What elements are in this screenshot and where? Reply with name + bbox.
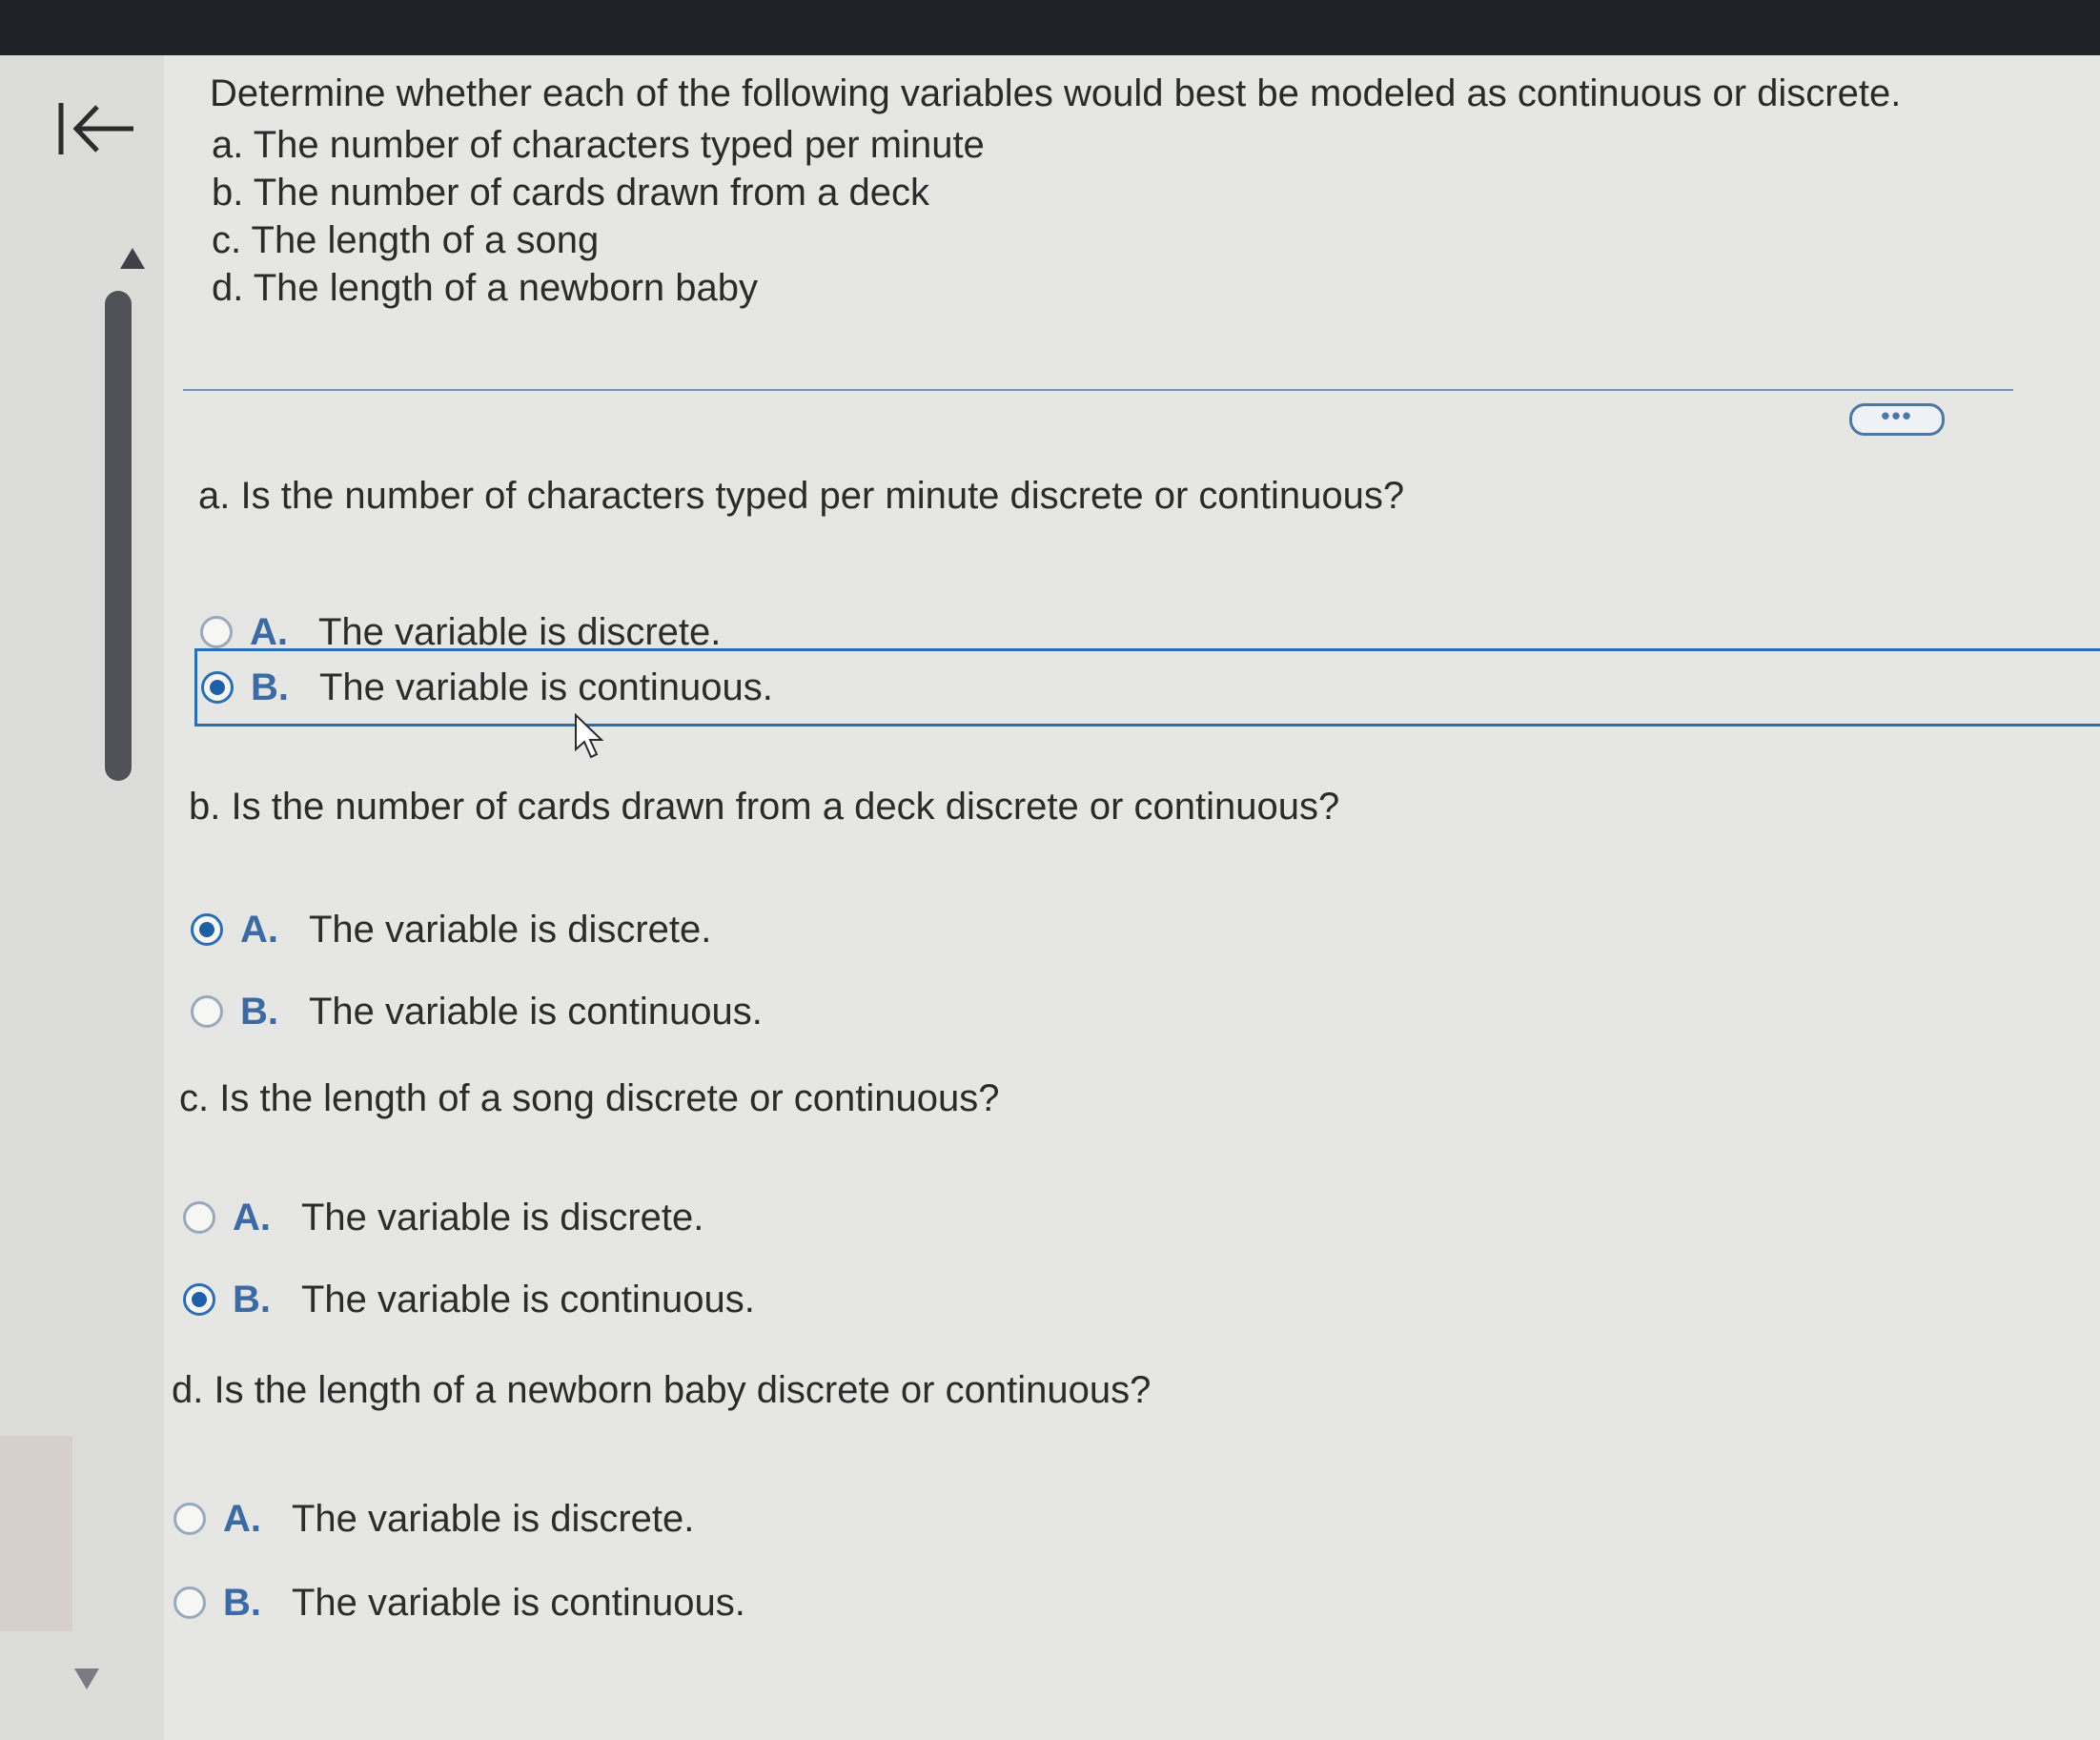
question-a-option-b[interactable]: B. The variable is continuous. <box>194 648 2100 727</box>
question-intro: Determine whether each of the following … <box>210 72 2021 312</box>
option-letter: A. <box>250 610 288 653</box>
intro-item-b: b. The number of cards drawn from a deck <box>212 172 929 214</box>
radio-d-b[interactable] <box>173 1586 206 1619</box>
intro-item-a: a. The number of characters typed per mi… <box>212 124 985 166</box>
radio-a-b[interactable] <box>201 671 234 704</box>
radio-b-a[interactable] <box>191 913 223 946</box>
top-bar <box>0 0 2100 55</box>
scroll-down-icon[interactable] <box>72 1667 101 1691</box>
radio-c-b[interactable] <box>183 1283 215 1316</box>
radio-c-a[interactable] <box>183 1201 215 1234</box>
left-rail <box>0 55 166 1740</box>
intro-item-c: c. The length of a song <box>212 219 600 261</box>
question-b: b. Is the number of cards drawn from a d… <box>189 786 1905 829</box>
option-text: The variable is discrete. <box>292 1497 695 1540</box>
question-d-option-b[interactable]: B. The variable is continuous. <box>173 1569 745 1636</box>
question-d-text: d. Is the length of a newborn baby discr… <box>172 1369 1152 1411</box>
mouse-cursor-icon <box>575 713 604 759</box>
option-letter: B. <box>251 665 289 708</box>
question-d-option-a[interactable]: A. The variable is discrete. <box>173 1485 694 1552</box>
divider <box>183 389 2013 391</box>
option-text: The variable is discrete. <box>309 908 712 951</box>
intro-list: a. The number of characters typed per mi… <box>210 121 2021 312</box>
question-b-option-a[interactable]: A. The variable is discrete. <box>191 896 711 963</box>
option-letter: A. <box>233 1196 271 1238</box>
option-text: The variable is continuous. <box>301 1278 755 1320</box>
option-text: The variable is continuous. <box>292 1581 745 1624</box>
scrollbar-thumb[interactable] <box>105 291 132 781</box>
question-b-text: b. Is the number of cards drawn from a d… <box>189 786 1340 828</box>
option-text: The variable is discrete. <box>318 610 722 653</box>
option-text: The variable is discrete. <box>301 1196 704 1238</box>
question-d: d. Is the length of a newborn baby discr… <box>172 1369 1887 1412</box>
content-area: Determine whether each of the following … <box>164 55 2100 1740</box>
question-c-option-b[interactable]: B. The variable is continuous. <box>183 1266 755 1333</box>
option-letter: A. <box>223 1497 261 1540</box>
question-c-option-a[interactable]: A. The variable is discrete. <box>183 1184 703 1251</box>
radio-a-a[interactable] <box>200 616 233 648</box>
radio-b-b[interactable] <box>191 995 223 1028</box>
back-to-start-icon[interactable] <box>53 95 139 162</box>
question-b-option-b[interactable]: B. The variable is continuous. <box>191 978 763 1045</box>
more-options-button[interactable]: ••• <box>1849 403 1945 436</box>
option-text: The variable is continuous. <box>309 990 763 1033</box>
option-letter: B. <box>233 1278 271 1320</box>
question-a-text: a. Is the number of characters typed per… <box>198 475 1405 517</box>
question-c: c. Is the length of a song discrete or c… <box>179 1077 1895 1120</box>
option-letter: B. <box>223 1581 261 1624</box>
option-letter: B. <box>240 990 278 1033</box>
intro-title: Determine whether each of the following … <box>210 72 1902 114</box>
question-c-text: c. Is the length of a song discrete or c… <box>179 1077 1000 1119</box>
option-letter: A. <box>240 908 278 951</box>
radio-d-a[interactable] <box>173 1503 206 1535</box>
rail-shade <box>0 1436 72 1631</box>
intro-item-d: d. The length of a newborn baby <box>212 267 759 309</box>
scroll-up-icon[interactable] <box>118 246 147 271</box>
option-text: The variable is continuous. <box>319 665 773 708</box>
question-a: a. Is the number of characters typed per… <box>198 475 1914 518</box>
